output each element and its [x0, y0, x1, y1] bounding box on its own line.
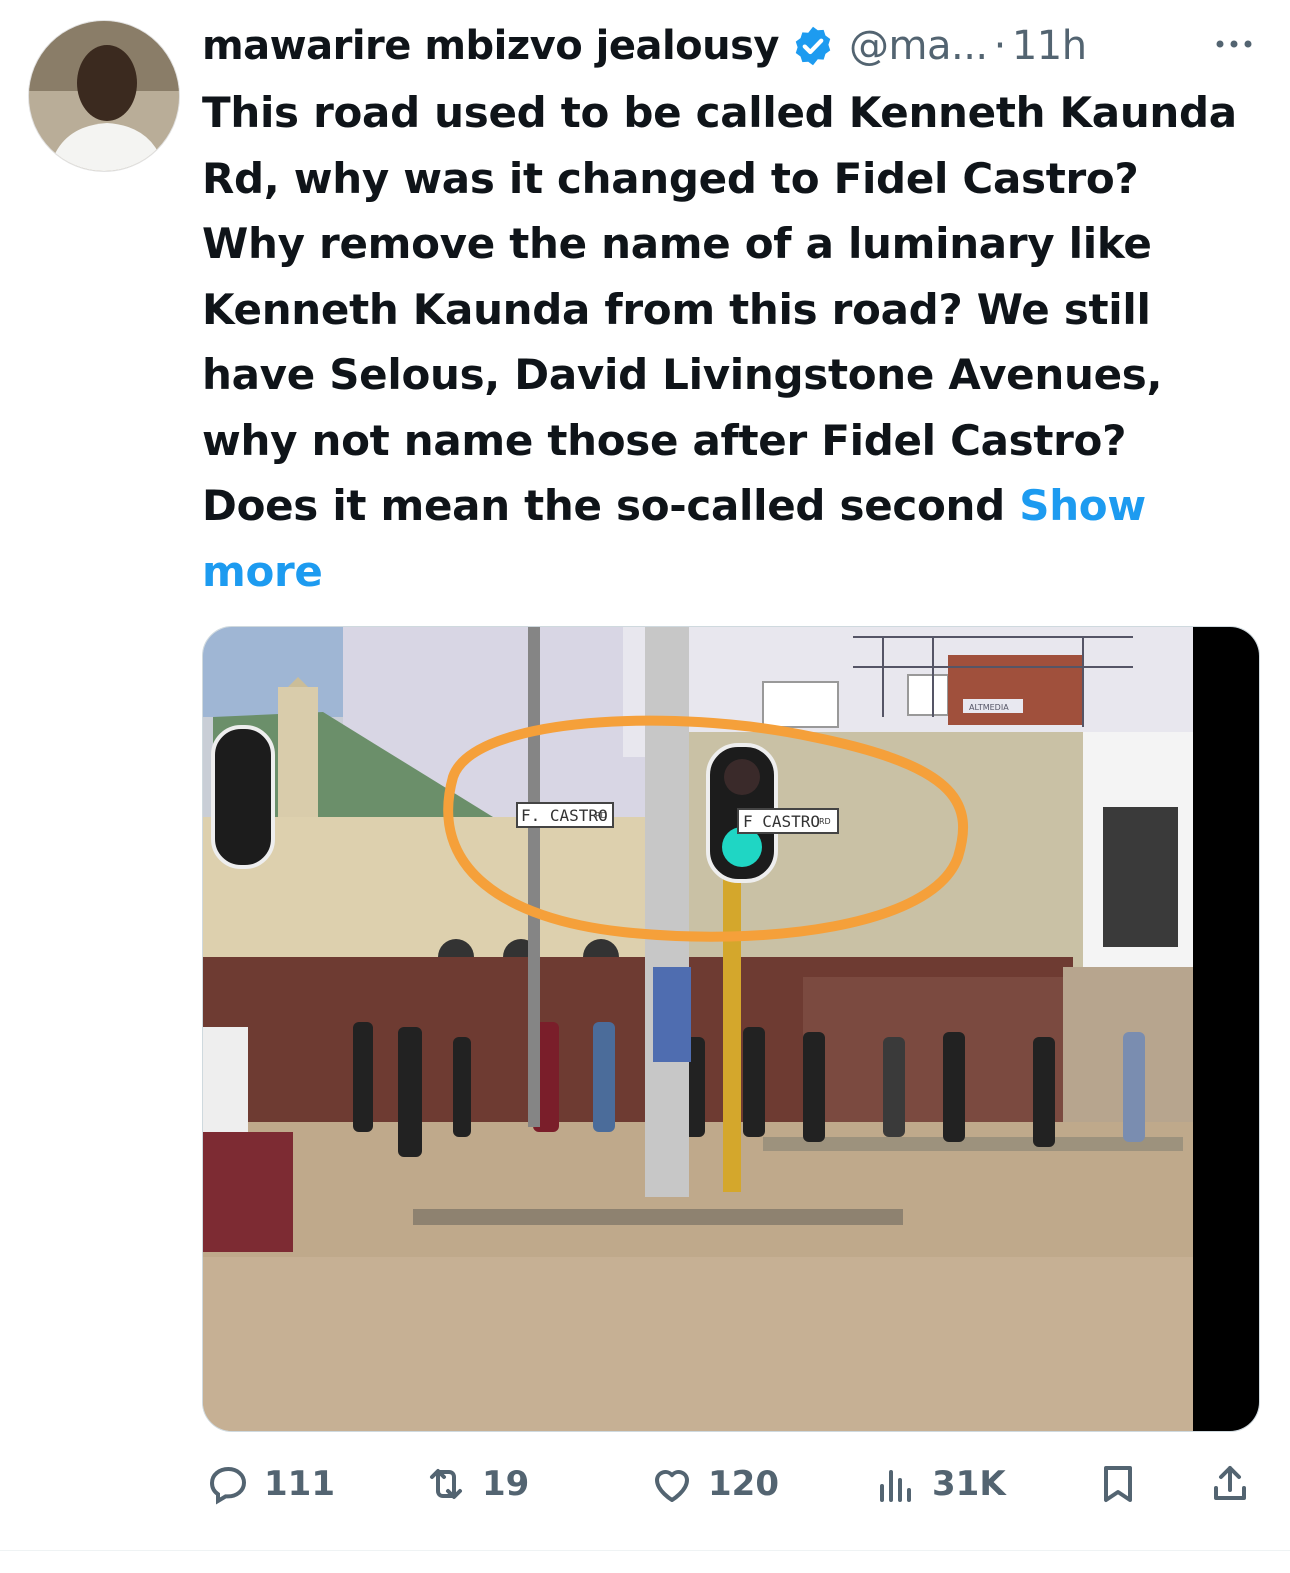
- author-avatar[interactable]: [28, 20, 180, 172]
- reply-icon: [209, 1466, 247, 1505]
- bookmark-button[interactable]: [1094, 1454, 1154, 1514]
- avatar-image: [29, 21, 179, 171]
- views-button[interactable]: 31K: [872, 1454, 1006, 1514]
- like-count: 120: [708, 1464, 779, 1504]
- separator-dot: ·: [993, 23, 1007, 69]
- reply-button[interactable]: 111: [204, 1454, 335, 1514]
- author-handle[interactable]: @ma...: [849, 23, 988, 69]
- tweet-text: This road used to be called Kenneth Kaun…: [202, 80, 1252, 604]
- share-icon: [1214, 1466, 1246, 1500]
- sign-left-suffix: RD: [595, 811, 607, 820]
- tweet-header: mawarire mbizvo jealousy @ma... · 11h: [202, 18, 1087, 74]
- action-bar: 111 19 120 31K: [200, 1454, 1260, 1514]
- sign-right-suffix: RD: [819, 817, 831, 826]
- reply-count: 111: [264, 1464, 335, 1504]
- billboard-text: ALTMEDIA: [969, 703, 1009, 712]
- repost-button[interactable]: 19: [422, 1454, 529, 1514]
- more-icon[interactable]: [1212, 24, 1256, 64]
- tweet-body: This road used to be called Kenneth Kaun…: [202, 88, 1237, 530]
- tweet-timestamp[interactable]: 11h: [1012, 23, 1087, 69]
- bookmark-icon: [1104, 1466, 1132, 1502]
- like-icon: [655, 1470, 689, 1502]
- tweet-divider: [0, 1550, 1290, 1551]
- repost-count: 19: [482, 1464, 530, 1504]
- repost-icon: [430, 1469, 462, 1499]
- verified-badge-icon: [795, 26, 831, 66]
- share-button[interactable]: [1206, 1454, 1266, 1514]
- tweet-photo[interactable]: ALTMEDIA F. CASTRO RD F CASTRO RD: [202, 626, 1260, 1432]
- sign-right-text: F CASTRO: [743, 812, 820, 831]
- views-count: 31K: [932, 1464, 1006, 1504]
- author-name[interactable]: mawarire mbizvo jealousy: [202, 23, 780, 69]
- views-icon: [880, 1470, 911, 1502]
- like-button[interactable]: 120: [648, 1454, 779, 1514]
- street-photo: ALTMEDIA F. CASTRO RD F CASTRO RD: [203, 627, 1259, 1431]
